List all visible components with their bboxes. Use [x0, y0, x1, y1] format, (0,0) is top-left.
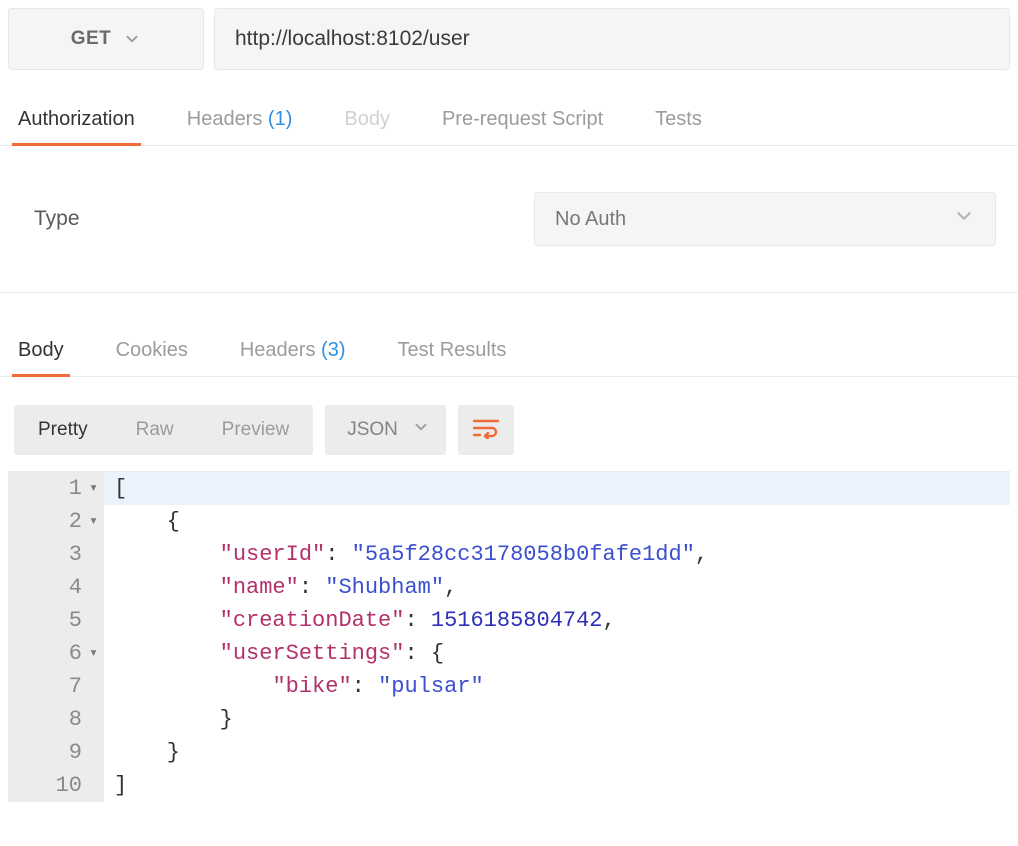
authorization-panel: Type No Auth: [0, 146, 1018, 293]
chevron-down-icon: [412, 418, 430, 442]
gutter: 1▾: [8, 472, 104, 505]
view-pretty-button[interactable]: Pretty: [14, 405, 112, 455]
code-line-content: "userSettings": {: [104, 637, 1010, 670]
gutter: 8: [8, 703, 104, 736]
body-format-label: JSON: [347, 419, 398, 441]
tab-response-headers-label: Headers: [240, 339, 316, 361]
chevron-down-icon: [123, 30, 141, 48]
code-line-content: "creationDate": 1516185804742,: [104, 604, 1010, 637]
view-mode-group: Pretty Raw Preview: [14, 405, 313, 455]
fold-toggle-icon[interactable]: ▾: [86, 646, 98, 661]
code-line: 1▾[: [8, 472, 1010, 505]
http-method-select[interactable]: GET: [8, 8, 204, 70]
code-line: 2▾ {: [8, 505, 1010, 538]
gutter: 3: [8, 538, 104, 571]
tab-cookies[interactable]: Cookies: [112, 329, 192, 376]
code-line-content: [: [104, 472, 1010, 505]
code-line-content: }: [104, 703, 1010, 736]
tab-prerequest-script[interactable]: Pre-request Script: [438, 98, 607, 145]
auth-type-value: No Auth: [555, 208, 626, 231]
tab-response-headers[interactable]: Headers (3): [236, 329, 350, 376]
line-wrap-icon: [472, 417, 500, 444]
tab-response-headers-count: (3): [321, 339, 345, 361]
code-line: 3 "userId": "5a5f28cc3178058b0fafe1dd",: [8, 538, 1010, 571]
gutter: 5: [8, 604, 104, 637]
request-tabs: Authorization Headers (1) Body Pre-reque…: [0, 98, 1018, 146]
line-wrap-button[interactable]: [458, 405, 514, 455]
auth-type-label: Type: [34, 207, 474, 231]
tab-body-request[interactable]: Body: [340, 98, 394, 145]
code-line-content: "bike": "pulsar": [104, 670, 1010, 703]
gutter: 2▾: [8, 505, 104, 538]
code-line: 6▾ "userSettings": {: [8, 637, 1010, 670]
gutter: 10: [8, 769, 104, 802]
response-body-code[interactable]: 1▾[2▾ {3 "userId": "5a5f28cc3178058b0faf…: [8, 471, 1010, 802]
http-method-label: GET: [71, 28, 112, 50]
tab-body-response[interactable]: Body: [14, 329, 68, 376]
tab-headers-label: Headers: [187, 108, 263, 130]
view-raw-button[interactable]: Raw: [112, 405, 198, 455]
response-view-toolbar: Pretty Raw Preview JSON: [0, 405, 1018, 455]
gutter: 4: [8, 571, 104, 604]
code-line: 5 "creationDate": 1516185804742,: [8, 604, 1010, 637]
code-line: 8 }: [8, 703, 1010, 736]
body-format-select[interactable]: JSON: [325, 405, 446, 455]
tab-headers-count: (1): [268, 108, 292, 130]
fold-toggle-icon[interactable]: ▾: [86, 481, 98, 496]
gutter: 7: [8, 670, 104, 703]
code-line-content: }: [104, 736, 1010, 769]
code-line: 10]: [8, 769, 1010, 802]
gutter: 6▾: [8, 637, 104, 670]
code-line: 4 "name": "Shubham",: [8, 571, 1010, 604]
code-line-content: "name": "Shubham",: [104, 571, 1010, 604]
gutter: 9: [8, 736, 104, 769]
response-tabs: Body Cookies Headers (3) Test Results: [0, 329, 1018, 377]
tab-test-results[interactable]: Test Results: [393, 329, 510, 376]
tab-tests[interactable]: Tests: [651, 98, 706, 145]
code-line-content: {: [104, 505, 1010, 538]
tab-authorization[interactable]: Authorization: [14, 98, 139, 145]
code-line: 7 "bike": "pulsar": [8, 670, 1010, 703]
code-line: 9 }: [8, 736, 1010, 769]
request-bar: GET: [0, 0, 1018, 76]
tab-headers[interactable]: Headers (1): [183, 98, 297, 145]
chevron-down-icon: [953, 205, 975, 233]
auth-type-select[interactable]: No Auth: [534, 192, 996, 246]
view-preview-button[interactable]: Preview: [198, 405, 314, 455]
code-line-content: ]: [104, 769, 1010, 802]
fold-toggle-icon[interactable]: ▾: [86, 514, 98, 529]
request-url-input[interactable]: [214, 8, 1010, 70]
code-line-content: "userId": "5a5f28cc3178058b0fafe1dd",: [104, 538, 1010, 571]
